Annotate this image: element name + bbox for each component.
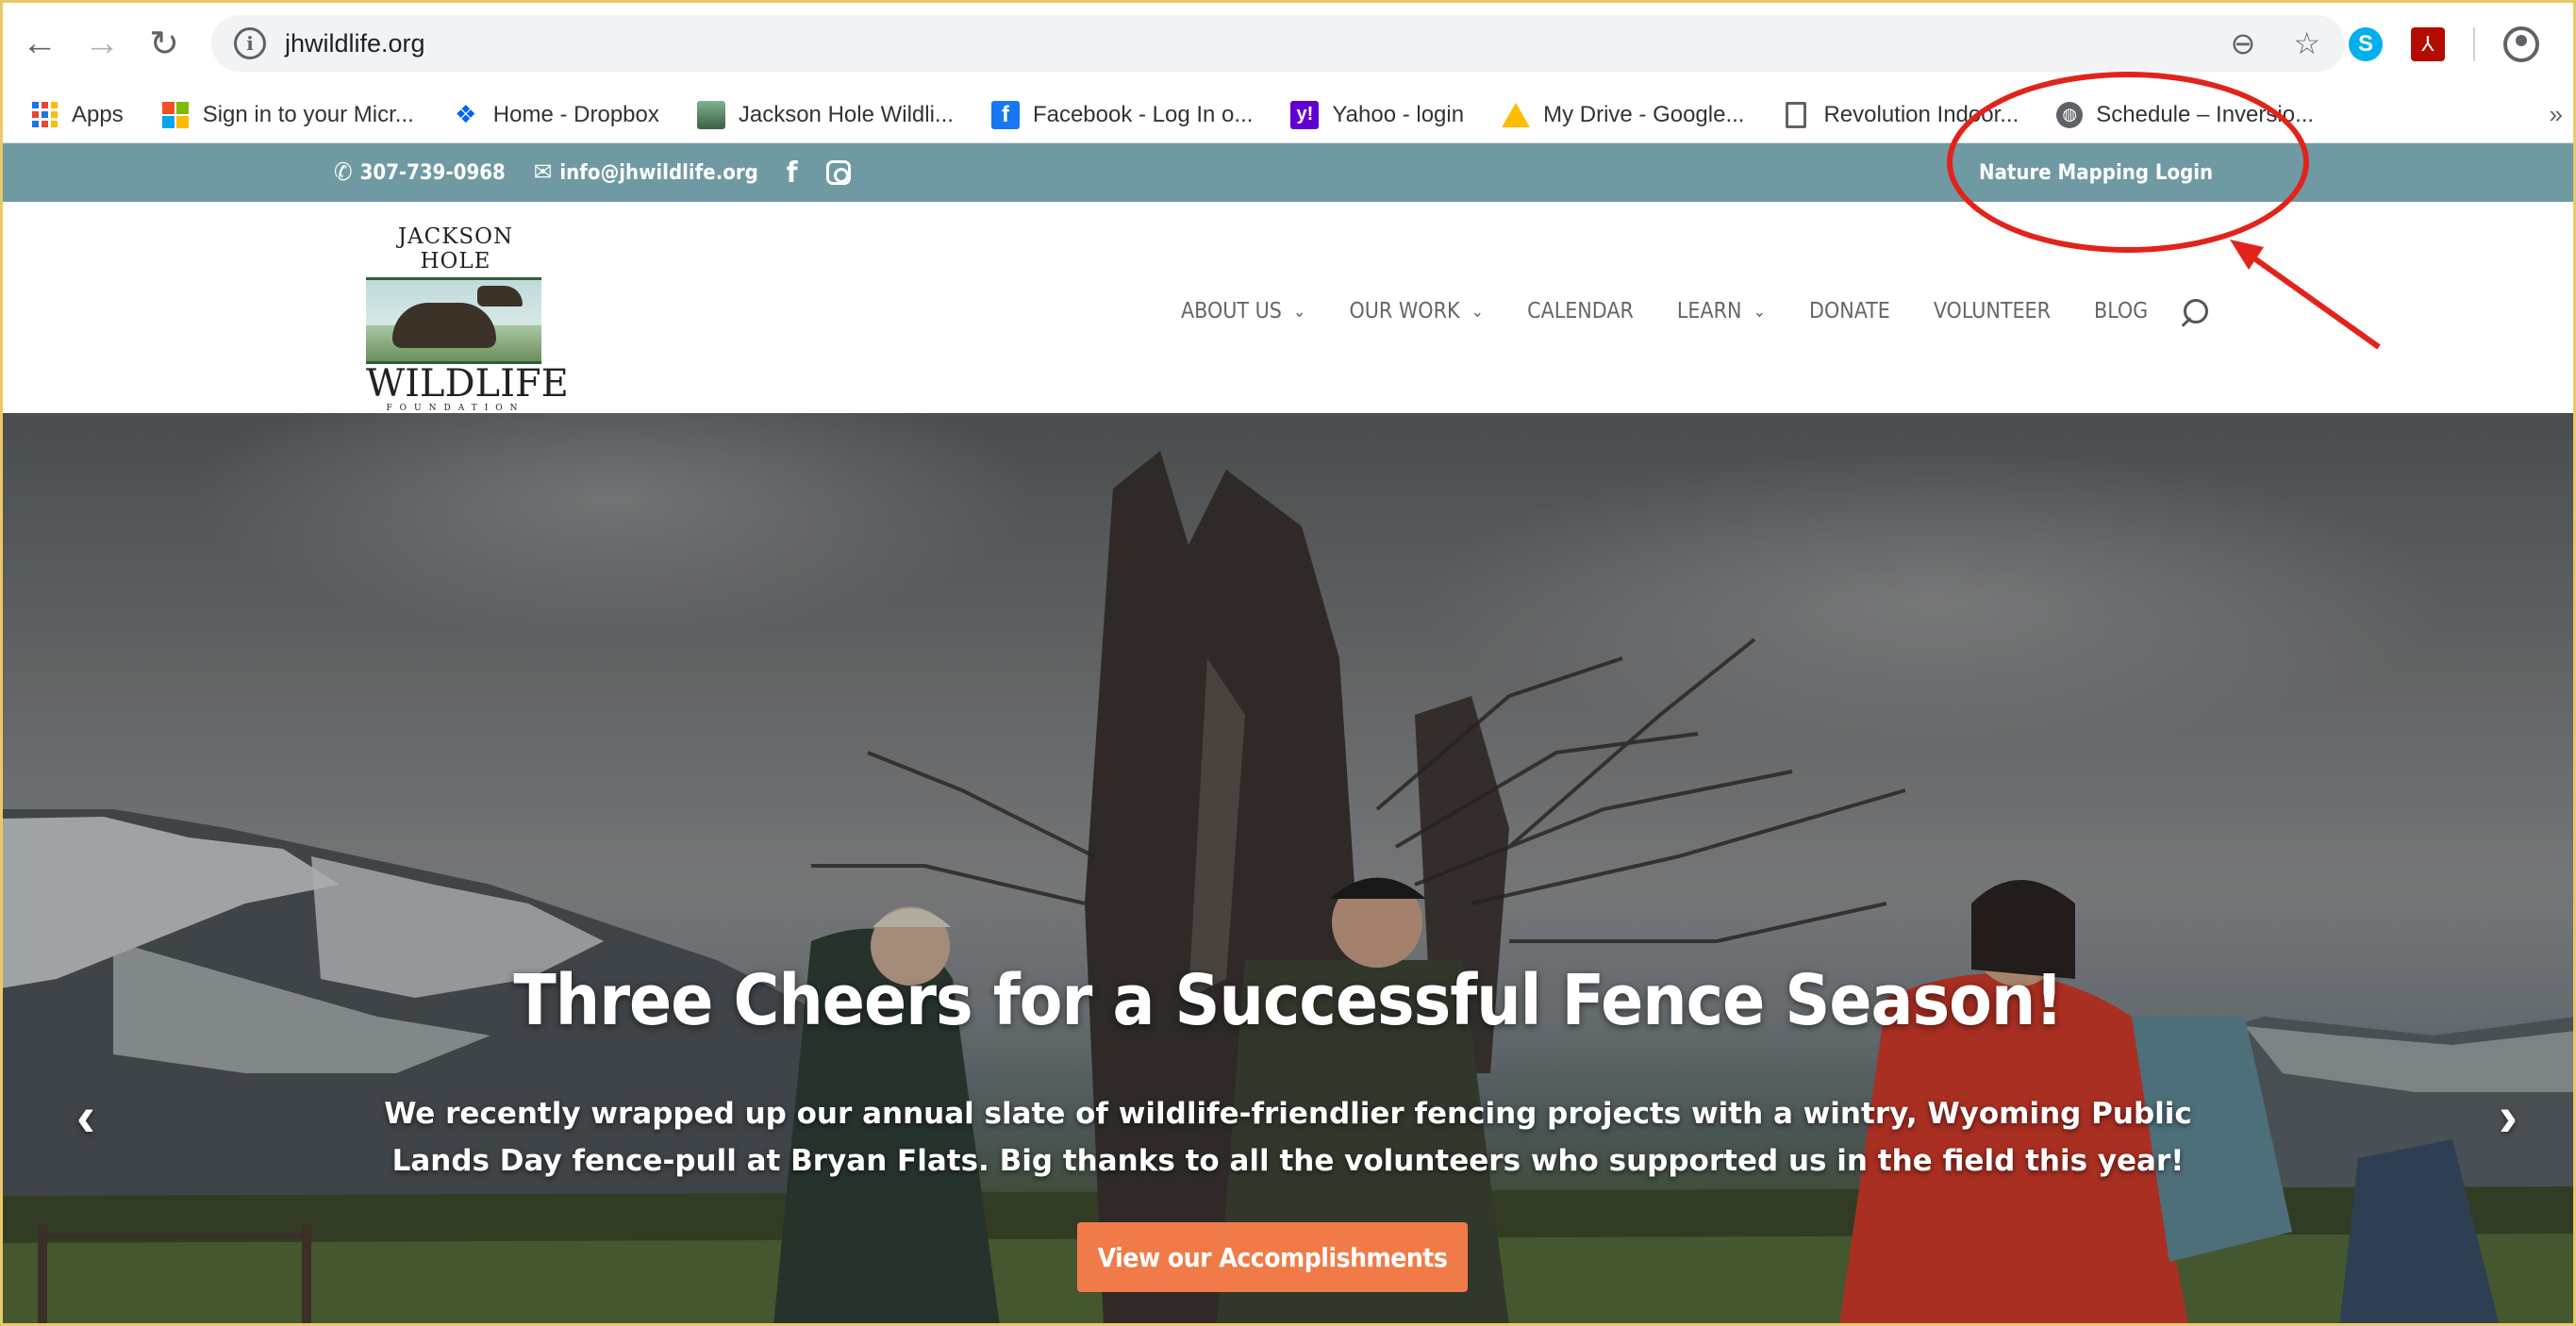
bookmark-google-drive[interactable]: My Drive - Google... <box>1502 101 1744 129</box>
nav-calendar[interactable]: CALENDAR <box>1527 299 1634 323</box>
address-bar[interactable]: i jhwildlife.org ⊖ ☆ <box>211 15 2345 72</box>
bookmark-yahoo[interactable]: y! Yahoo - login <box>1290 100 1465 129</box>
nav-blog[interactable]: BLOG <box>2094 299 2148 323</box>
bookmark-star-icon[interactable]: ☆ <box>2293 25 2320 61</box>
chevron-down-icon: ⌄ <box>1292 301 1306 322</box>
slider-next-arrow-icon[interactable]: › <box>2485 1085 2532 1148</box>
annotation-ellipse <box>1947 72 2309 253</box>
nav-donate[interactable]: DONATE <box>1809 299 1890 323</box>
hero-description-line-1: We recently wrapped up our annual slate … <box>384 1097 2192 1131</box>
jhwf-favicon-icon <box>696 100 725 129</box>
browser-toolbar: ← → ↻ i jhwildlife.org ⊖ ☆ S ⅄ ⋮ <box>0 0 2576 87</box>
bookmark-jhwf[interactable]: Jackson Hole Wildli... <box>696 100 954 129</box>
bookmark-facebook[interactable]: f Facebook - Log In o... <box>990 100 1254 129</box>
site-info-icon[interactable]: i <box>234 27 266 59</box>
nav-volunteer[interactable]: VOLUNTEER <box>1934 299 2051 323</box>
phone-link[interactable]: ✆ 307-739-0968 <box>334 158 506 187</box>
extensions-area: S ⅄ ⋮ <box>2349 21 2576 68</box>
hero-description: We recently wrapped up our annual slate … <box>377 1090 2199 1185</box>
chevron-down-icon: ⌄ <box>1471 301 1485 322</box>
logo-line-1: JACKSON HOLE <box>397 224 514 273</box>
view-accomplishments-button[interactable]: View our Accomplishments <box>1077 1222 1468 1292</box>
bookmark-label: Apps <box>72 101 124 127</box>
bookmark-dropbox[interactable]: ❖ Home - Dropbox <box>452 100 659 129</box>
nav-label: DONATE <box>1809 299 1890 323</box>
facebook-icon: f <box>990 100 1020 129</box>
moose-logo-icon <box>366 277 541 364</box>
phone-icon: ✆ <box>334 158 353 187</box>
toolbar-divider <box>2473 27 2475 61</box>
logo-line-2: WILDLIFE <box>366 362 569 406</box>
bookmark-label: Jackson Hole Wildli... <box>738 101 954 127</box>
search-icon[interactable] <box>2184 299 2209 323</box>
zoom-icon[interactable]: ⊖ <box>2231 25 2256 61</box>
bookmark-label: Facebook - Log In o... <box>1032 101 1254 127</box>
nav-about-us[interactable]: ABOUT US ⌄ <box>1181 299 1305 323</box>
skype-extension-icon[interactable]: S <box>2349 27 2383 61</box>
bookmark-label: Home - Dropbox <box>492 101 659 127</box>
hero-slider: Three Cheers for a Successful Fence Seas… <box>0 413 2576 1326</box>
nav-label: VOLUNTEER <box>1933 299 2051 323</box>
nav-label: CALENDAR <box>1527 299 1634 323</box>
forward-button[interactable]: → <box>79 21 125 66</box>
bookmark-microsoft[interactable]: Sign in to your Micr... <box>161 101 414 129</box>
hero-description-line-2: Lands Day fence-pull at Bryan Flats. Big… <box>391 1144 2185 1178</box>
nav-learn[interactable]: LEARN ⌄ <box>1677 299 1766 323</box>
contact-info: ✆ 307-739-0968 ✉ info@jhwildlife.org f <box>334 143 851 202</box>
logo-line-3: FOUNDATION <box>386 404 525 413</box>
bookmark-apps[interactable]: Apps <box>30 101 124 129</box>
hero-title: Three Cheers for a Successful Fence Seas… <box>513 960 2063 1041</box>
back-button[interactable]: ← <box>17 21 62 66</box>
profile-icon[interactable] <box>2503 26 2539 62</box>
site-logo[interactable]: JACKSON HOLE WILDLIFE FOUNDATION <box>366 224 569 413</box>
browser-menu-icon[interactable]: ⋮ <box>2568 26 2576 62</box>
bookmark-label: Sign in to your Micr... <box>202 101 414 127</box>
bookmark-label: Yahoo - login <box>1332 101 1465 127</box>
document-icon <box>1782 101 1810 129</box>
nav-label: BLOG <box>2094 299 2149 323</box>
nav-label: OUR WORK <box>1349 299 1460 323</box>
phone-number: 307-739-0968 <box>359 160 506 185</box>
bookmarks-overflow-button[interactable]: » <box>2550 100 2563 129</box>
pdf-extension-icon[interactable]: ⅄ <box>2411 27 2445 61</box>
dropbox-icon: ❖ <box>455 100 477 128</box>
nav-label: LEARN <box>1676 299 1742 323</box>
email-link[interactable]: ✉ info@jhwildlife.org <box>534 158 758 187</box>
apps-grid-icon <box>30 101 58 129</box>
envelope-icon: ✉ <box>533 158 553 187</box>
reload-button[interactable]: ↻ <box>141 21 187 66</box>
google-drive-icon <box>1502 101 1531 129</box>
email-address: info@jhwildlife.org <box>559 160 758 185</box>
bookmark-label: My Drive - Google... <box>1543 101 1745 127</box>
hero-slide: Three Cheers for a Successful Fence Seas… <box>0 413 2576 1326</box>
main-navigation: ABOUT US ⌄ OUR WORK ⌄ CALENDAR LEARN ⌄ D… <box>1181 292 2209 330</box>
chevron-down-icon: ⌄ <box>1753 301 1767 322</box>
slider-prev-arrow-icon[interactable]: ‹ <box>62 1085 109 1148</box>
yahoo-icon: y! <box>1290 100 1320 129</box>
annotation-arrow-icon <box>2230 240 2381 350</box>
microsoft-icon <box>161 101 190 129</box>
instagram-icon[interactable] <box>825 160 851 185</box>
url-text[interactable]: jhwildlife.org <box>285 29 425 58</box>
nav-label: ABOUT US <box>1181 299 1282 323</box>
nav-our-work[interactable]: OUR WORK ⌄ <box>1349 299 1484 323</box>
facebook-icon[interactable]: f <box>787 157 798 190</box>
